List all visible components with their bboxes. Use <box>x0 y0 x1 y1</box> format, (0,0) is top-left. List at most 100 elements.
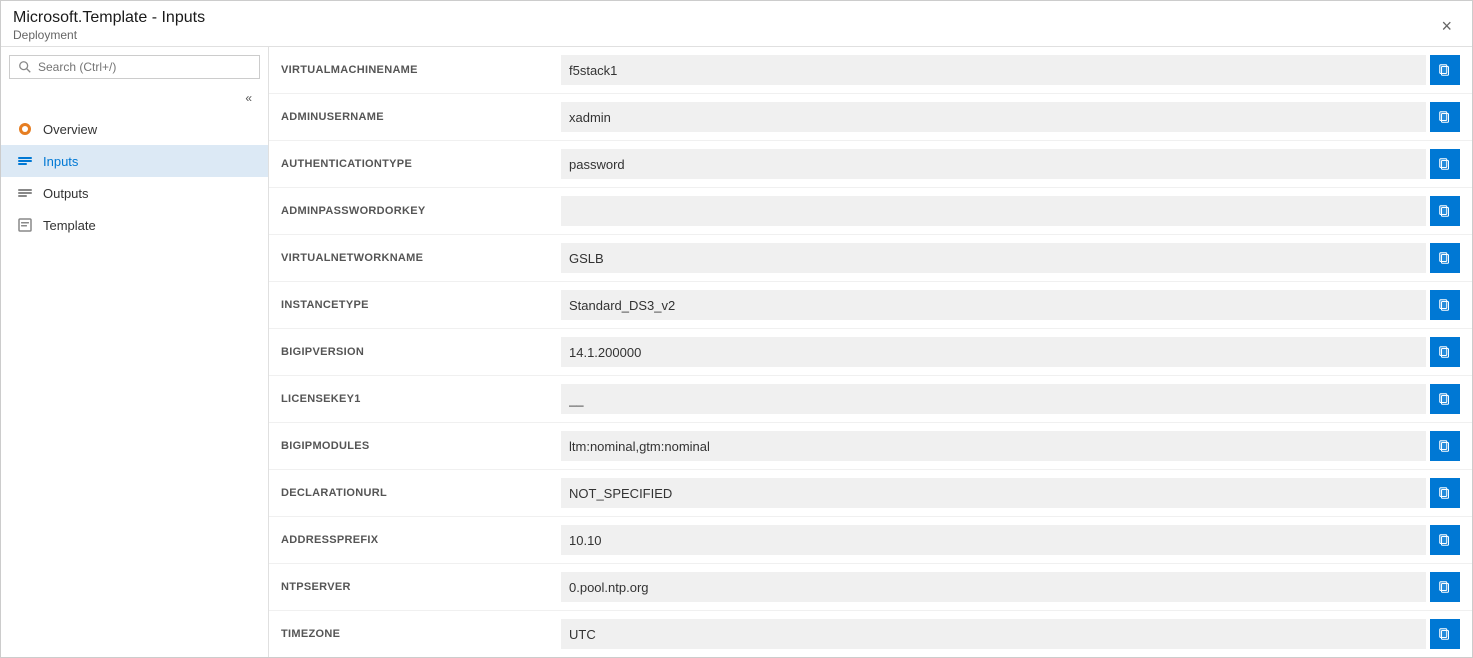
table-row: AUTHENTICATIONTYPE <box>269 141 1472 188</box>
body: « Overview <box>1 47 1472 657</box>
copy-icon <box>1438 345 1452 359</box>
input-value-cell <box>549 94 1472 141</box>
input-field-declarationurl[interactable] <box>561 478 1426 508</box>
input-label: TIMEZONE <box>269 611 549 658</box>
sidebar-item-inputs-label: Inputs <box>43 154 78 169</box>
input-label: DECLARATIONURL <box>269 470 549 517</box>
input-field-addressprefix[interactable] <box>561 525 1426 555</box>
input-value-cell <box>549 611 1472 658</box>
input-label: ADMINUSERNAME <box>269 94 549 141</box>
title-bar-left: Microsoft.Template - Inputs Deployment <box>13 9 205 42</box>
sidebar-item-template-label: Template <box>43 218 96 233</box>
input-value-cell <box>549 188 1472 235</box>
input-label: ADDRESSPREFIX <box>269 517 549 564</box>
input-label: VIRTUALMACHINENAME <box>269 47 549 94</box>
input-value-wrapper <box>561 619 1460 649</box>
copy-icon <box>1438 204 1452 218</box>
copy-button-bigipmodules[interactable] <box>1430 431 1460 461</box>
copy-button-virtualmachinename[interactable] <box>1430 55 1460 85</box>
inputs-table: VIRTUALMACHINENAME ADMINUSERNAME AUTHENT… <box>269 47 1472 657</box>
input-field-virtualmachinename[interactable] <box>561 55 1426 85</box>
copy-icon <box>1438 392 1452 406</box>
search-icon <box>18 60 32 74</box>
input-value-cell <box>549 141 1472 188</box>
sidebar-item-outputs[interactable]: Outputs <box>1 177 268 209</box>
copy-button-ntpserver[interactable] <box>1430 572 1460 602</box>
inputs-icon <box>17 153 33 169</box>
input-value-cell <box>549 517 1472 564</box>
sidebar-item-overview[interactable]: Overview <box>1 113 268 145</box>
table-row: INSTANCETYPE <box>269 282 1472 329</box>
input-value-cell <box>549 235 1472 282</box>
copy-icon <box>1438 439 1452 453</box>
copy-icon <box>1438 251 1452 265</box>
input-field-virtualnetworkname[interactable] <box>561 243 1426 273</box>
window-subtitle: Deployment <box>13 28 205 42</box>
copy-button-timezone[interactable] <box>1430 619 1460 649</box>
input-field-bigipversion[interactable] <box>561 337 1426 367</box>
table-row: ADMINUSERNAME <box>269 94 1472 141</box>
input-label: VIRTUALNETWORKNAME <box>269 235 549 282</box>
input-value-wrapper <box>561 102 1460 132</box>
template-icon <box>17 217 33 233</box>
overview-icon <box>17 121 33 137</box>
input-value-wrapper <box>561 290 1460 320</box>
input-field-timezone[interactable] <box>561 619 1426 649</box>
input-field-adminpasswordorkey[interactable] <box>561 196 1426 226</box>
copy-button-addressprefix[interactable] <box>1430 525 1460 555</box>
copy-button-bigipversion[interactable] <box>1430 337 1460 367</box>
input-field-adminusername[interactable] <box>561 102 1426 132</box>
copy-button-declarationurl[interactable] <box>1430 478 1460 508</box>
collapse-sidebar-button[interactable]: « <box>237 87 260 109</box>
search-input[interactable] <box>38 60 251 74</box>
input-value-cell <box>549 47 1472 94</box>
input-value-wrapper <box>561 243 1460 273</box>
input-label: BIGIPVERSION <box>269 329 549 376</box>
main-content: VIRTUALMACHINENAME ADMINUSERNAME AUTHENT… <box>269 47 1472 657</box>
input-value-wrapper <box>561 384 1460 414</box>
search-box[interactable] <box>9 55 260 79</box>
copy-button-adminpasswordorkey[interactable] <box>1430 196 1460 226</box>
copy-button-adminusername[interactable] <box>1430 102 1460 132</box>
sidebar-item-template[interactable]: Template <box>1 209 268 241</box>
input-value-wrapper <box>561 478 1460 508</box>
outputs-icon <box>17 185 33 201</box>
table-row: BIGIPVERSION <box>269 329 1472 376</box>
sidebar-item-inputs[interactable]: Inputs <box>1 145 268 177</box>
table-row: ADMINPASSWORDORKEY <box>269 188 1472 235</box>
input-field-bigipmodules[interactable] <box>561 431 1426 461</box>
close-button[interactable]: × <box>1433 13 1460 39</box>
copy-button-authenticationtype[interactable] <box>1430 149 1460 179</box>
input-field-authenticationtype[interactable] <box>561 149 1426 179</box>
input-label: LICENSEKEY1 <box>269 376 549 423</box>
input-value-cell <box>549 376 1472 423</box>
copy-icon <box>1438 627 1452 641</box>
input-label: AUTHENTICATIONTYPE <box>269 141 549 188</box>
input-value-wrapper <box>561 525 1460 555</box>
input-label: BIGIPMODULES <box>269 423 549 470</box>
sidebar-nav: Overview Inputs <box>1 113 268 241</box>
input-field-instancetype[interactable] <box>561 290 1426 320</box>
input-value-wrapper <box>561 149 1460 179</box>
copy-button-licensekey1[interactable] <box>1430 384 1460 414</box>
copy-button-instancetype[interactable] <box>1430 290 1460 320</box>
input-field-ntpserver[interactable] <box>561 572 1426 602</box>
input-value-cell <box>549 564 1472 611</box>
input-label: NTPSERVER <box>269 564 549 611</box>
input-value-wrapper <box>561 55 1460 85</box>
table-row: ADDRESSPREFIX <box>269 517 1472 564</box>
input-value-wrapper <box>561 196 1460 226</box>
table-row: VIRTUALNETWORKNAME <box>269 235 1472 282</box>
copy-icon <box>1438 486 1452 500</box>
sidebar: « Overview <box>1 47 269 657</box>
table-row: LICENSEKEY1 <box>269 376 1472 423</box>
copy-icon <box>1438 110 1452 124</box>
input-field-licensekey1[interactable] <box>561 384 1426 414</box>
input-value-cell <box>549 282 1472 329</box>
copy-icon <box>1438 580 1452 594</box>
copy-icon <box>1438 157 1452 171</box>
table-row: DECLARATIONURL <box>269 470 1472 517</box>
input-value-wrapper <box>561 572 1460 602</box>
copy-button-virtualnetworkname[interactable] <box>1430 243 1460 273</box>
input-value-cell <box>549 329 1472 376</box>
